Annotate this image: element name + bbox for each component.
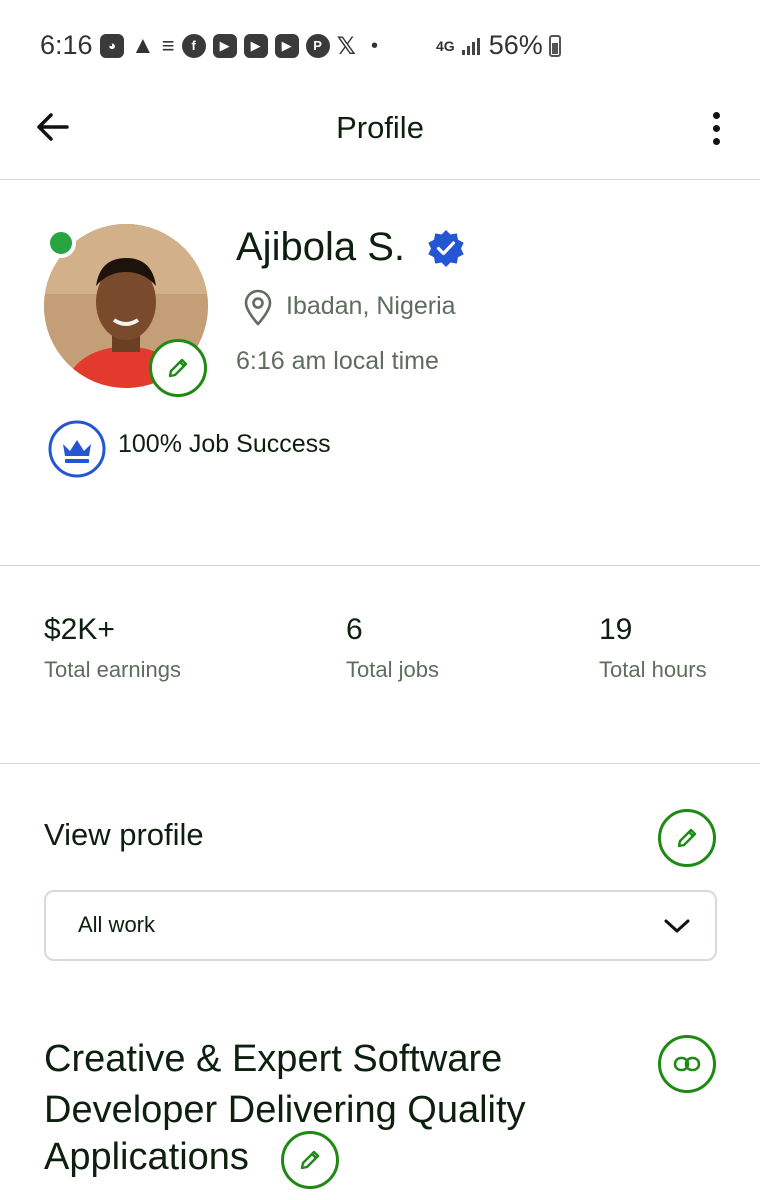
youtube-icon: ▶ — [274, 34, 299, 58]
stat-hours: 19 Total hours — [599, 613, 707, 683]
pencil-icon — [168, 358, 188, 378]
header-divider — [0, 179, 760, 180]
notification-icons: ◕ ▲ ≡ f ▶ ▶ ▶ P 𝕏 • — [100, 32, 378, 60]
profile-headline: Creative & Expert Software Developer Del… — [44, 1034, 604, 1136]
chevron-down-icon — [664, 919, 690, 933]
facebook-icon: f — [181, 34, 206, 58]
stat-value: $2K+ — [44, 613, 115, 646]
battery-icon — [548, 34, 561, 57]
status-right: 4G 56% — [436, 30, 561, 61]
dropdown-selected-value: All work — [78, 912, 156, 937]
stat-earnings: $2K+ Total earnings — [44, 613, 181, 683]
pencil-icon — [677, 828, 697, 848]
more-notifications-dot: • — [370, 34, 378, 57]
status-bar: 6:16 ◕ ▲ ≡ f ▶ ▶ ▶ P 𝕏 • 4G 56% — [0, 0, 760, 90]
verified-badge-icon — [428, 230, 464, 267]
headline-line: Creative & Expert Software — [44, 1038, 503, 1080]
pencil-icon — [300, 1150, 320, 1170]
battery-percent: 56% — [488, 30, 543, 60]
profile-name: Ajibola S. — [236, 225, 405, 269]
online-status-dot — [46, 228, 76, 258]
edit-headline-button[interactable] — [281, 1131, 339, 1189]
copy-link-button[interactable] — [658, 1035, 716, 1093]
view-profile-title: View profile — [44, 817, 204, 852]
location-pin-icon — [244, 289, 272, 326]
work-filter-dropdown[interactable]: All work — [44, 890, 717, 961]
pinterest-icon: P — [305, 34, 330, 58]
job-success-label: 100% Job Success — [118, 430, 331, 458]
more-dot — [712, 111, 720, 119]
headline-line: Applications — [44, 1136, 249, 1178]
playlist-icon: ≡ — [161, 33, 175, 58]
more-dot — [712, 124, 720, 132]
warning-icon: ▲ — [131, 32, 155, 59]
stat-value: 19 — [599, 613, 633, 646]
headline-line: Developer Delivering Quality — [44, 1089, 526, 1131]
youtube-icon: ▶ — [243, 34, 268, 58]
edit-profile-button[interactable] — [658, 809, 716, 867]
youtube-icon: ▶ — [212, 34, 237, 58]
network-type: 4G — [436, 37, 455, 54]
x-icon: 𝕏 — [336, 32, 356, 60]
local-time: 6:16 am local time — [236, 347, 439, 375]
edit-photo-button[interactable] — [149, 339, 207, 397]
stat-label: Total jobs — [346, 657, 439, 682]
status-time: 6:16 — [40, 30, 93, 60]
stat-jobs: 6 Total jobs — [346, 613, 439, 683]
stat-label: Total hours — [599, 657, 707, 682]
profile-location: Ibadan, Nigeria — [286, 292, 456, 320]
signal-icon — [461, 37, 480, 55]
more-dot — [712, 137, 720, 145]
section-divider — [0, 565, 760, 566]
page-title: Profile — [336, 110, 424, 145]
more-options-button[interactable] — [696, 106, 736, 150]
section-divider — [0, 763, 760, 764]
stat-value: 6 — [346, 613, 363, 646]
discord-icon: ◕ — [100, 34, 124, 58]
stat-label: Total earnings — [44, 657, 181, 682]
crown-badge-icon — [48, 420, 106, 478]
link-icon — [673, 1056, 701, 1072]
